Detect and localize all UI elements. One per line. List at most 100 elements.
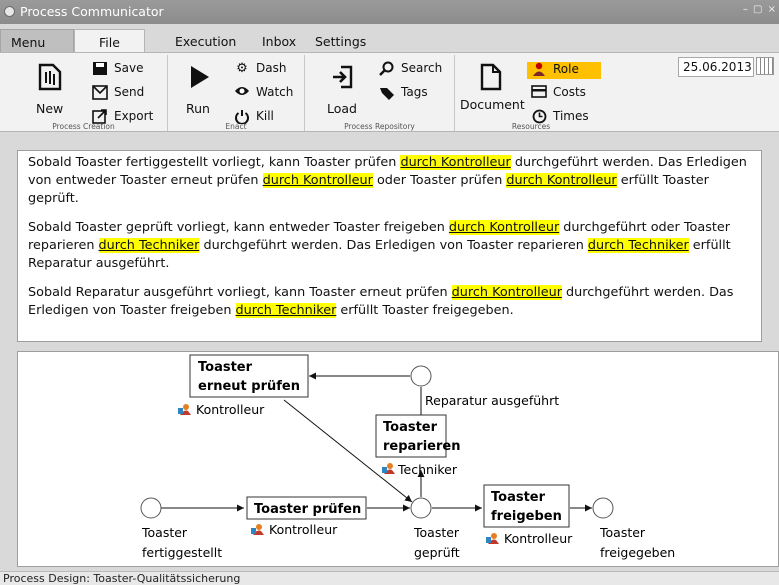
window-title: Process Communicator <box>20 4 164 19</box>
kill-label: Kill <box>256 109 274 123</box>
label-toaster-freigegeben-2: freigegeben <box>600 545 675 560</box>
watch-label: Watch <box>256 85 294 99</box>
label-toaster-fertiggestellt-2: fertiggestellt <box>142 545 222 560</box>
paragraph-1: Sobald Toaster fertiggestellt vorliegt, … <box>28 155 747 206</box>
search-icon <box>379 61 395 76</box>
role-icon <box>178 403 192 415</box>
tags-label: Tags <box>401 85 428 99</box>
svg-text:Kontrolleur: Kontrolleur <box>504 531 573 546</box>
calendar-icon[interactable] <box>756 57 774 75</box>
label-toaster-geprueft-1: Toaster <box>413 525 460 540</box>
costs-card-icon <box>531 85 547 100</box>
tags-icon <box>379 85 395 100</box>
watch-eye-icon <box>234 85 250 100</box>
send-label: Send <box>114 85 145 99</box>
label-toaster-fertiggestellt-1: Toaster <box>141 525 188 540</box>
group-label-process-creation: Process Creation <box>52 122 115 131</box>
status-bar: Process Design: Toaster-Qualitätssicheru… <box>0 571 779 585</box>
group-process-repository: Load Search Tags Process Repository <box>305 55 455 131</box>
load-label: Load <box>327 101 357 116</box>
new-label: New <box>36 101 64 116</box>
svg-text:freigeben: freigeben <box>491 509 562 524</box>
role-icon <box>486 532 500 544</box>
paragraph-2: Sobald Toaster geprüft vorliegt, kann en… <box>28 220 731 271</box>
tab-settings[interactable]: Settings <box>315 34 366 49</box>
window-controls[interactable]: – ▢ × <box>743 4 777 15</box>
dash-button[interactable]: ⚙ Dash <box>234 61 286 76</box>
role-person-icon <box>531 62 547 77</box>
save-label: Save <box>114 61 144 75</box>
role-techniker: Techniker <box>382 462 458 477</box>
task-toaster-erneut-pruefen[interactable]: Toaster erneut prüfen <box>189 354 309 398</box>
group-process-creation: New Save Send Export Process Creation <box>0 55 168 131</box>
times-label: Times <box>553 109 589 123</box>
role-icon <box>251 523 265 535</box>
run-label: Run <box>186 101 210 116</box>
date-field[interactable]: 25.06.2013 <box>678 57 754 77</box>
task-toaster-reparieren[interactable]: Toaster reparieren <box>375 414 460 458</box>
document-button[interactable]: Document <box>460 63 526 123</box>
tab-inbox[interactable]: Inbox <box>262 34 296 49</box>
tags-button[interactable]: Tags <box>379 85 428 100</box>
role-kontrolleur-pruefen: Kontrolleur <box>251 522 338 537</box>
role-kontrolleur-freigeben: Kontrolleur <box>486 531 573 546</box>
group-label-process-repository: Process Repository <box>344 122 415 131</box>
send-mail-icon <box>92 85 108 100</box>
process-text-panel[interactable]: Sobald Toaster fertiggestellt vorliegt, … <box>17 150 762 342</box>
role-icon <box>382 462 396 474</box>
watch-button[interactable]: Watch <box>234 85 293 100</box>
tab-menu[interactable]: Menu <box>0 29 74 53</box>
search-button[interactable]: Search <box>379 61 442 76</box>
event-toaster-freigegeben[interactable] <box>592 497 614 519</box>
costs-label: Costs <box>553 85 586 99</box>
save-button[interactable]: Save <box>92 61 143 76</box>
task-toaster-freigeben[interactable]: Toaster freigeben <box>483 484 570 528</box>
document-icon <box>480 63 502 91</box>
event-reparatur-ausgefuehrt[interactable] <box>410 365 432 387</box>
app-icon <box>4 6 15 17</box>
run-play-icon <box>191 66 209 88</box>
paragraph-3: Sobald Reparatur ausgeführt vorliegt, ka… <box>28 285 734 318</box>
svg-text:Toaster: Toaster <box>491 490 546 505</box>
role-label: Role <box>553 62 579 76</box>
role-kontrolleur-erneut: Kontrolleur <box>178 402 265 417</box>
tab-bar: Menu File Execution Inbox Settings <box>0 24 779 54</box>
load-import-icon <box>333 65 353 89</box>
load-button[interactable]: Load <box>327 63 361 123</box>
group-resources: Document Role Costs Times Resources <box>455 55 607 131</box>
ribbon: New Save Send Export Process Creation Ru… <box>0 52 779 132</box>
role-button[interactable]: Role <box>527 62 601 79</box>
process-diagram-panel[interactable]: Toaster erneut prüfen Toaster reparieren… <box>17 351 779 567</box>
label-reparatur-ausgefuehrt: Reparatur ausgeführt <box>425 393 559 408</box>
send-button[interactable]: Send <box>92 85 144 100</box>
event-toaster-fertiggestellt[interactable] <box>140 497 162 519</box>
new-document-icon <box>38 63 62 91</box>
svg-text:Toaster: Toaster <box>383 420 438 435</box>
svg-text:Kontrolleur: Kontrolleur <box>269 522 338 537</box>
search-label: Search <box>401 61 443 75</box>
event-toaster-geprueft[interactable] <box>410 497 432 519</box>
label-toaster-geprueft-2: geprüft <box>414 545 460 560</box>
tab-execution[interactable]: Execution <box>175 34 236 49</box>
svg-text:Techniker: Techniker <box>397 462 458 477</box>
title-bar: Process Communicator – ▢ × <box>0 0 779 24</box>
export-label: Export <box>114 109 154 123</box>
group-label-resources: Resources <box>511 122 551 131</box>
document-label: Document <box>460 97 525 112</box>
run-button[interactable]: Run <box>186 63 216 123</box>
svg-text:Toaster: Toaster <box>198 360 253 375</box>
svg-text:Kontrolleur: Kontrolleur <box>196 402 265 417</box>
tab-file[interactable]: File <box>74 29 145 54</box>
task-toaster-pruefen[interactable]: Toaster prüfen <box>246 496 367 520</box>
save-icon <box>92 61 108 76</box>
costs-button[interactable]: Costs <box>531 85 586 100</box>
dashboard-gauge-icon: ⚙ <box>236 61 248 76</box>
svg-text:Toaster prüfen: Toaster prüfen <box>254 502 361 517</box>
svg-text:reparieren: reparieren <box>383 439 460 454</box>
label-toaster-freigegeben-1: Toaster <box>599 525 646 540</box>
group-label-enact: Enact <box>225 122 247 131</box>
svg-text:erneut prüfen: erneut prüfen <box>198 379 300 394</box>
new-button[interactable]: New <box>36 63 70 123</box>
group-enact: Run ⚙ Dash Watch Kill Enact <box>168 55 305 131</box>
dash-label: Dash <box>256 61 287 75</box>
